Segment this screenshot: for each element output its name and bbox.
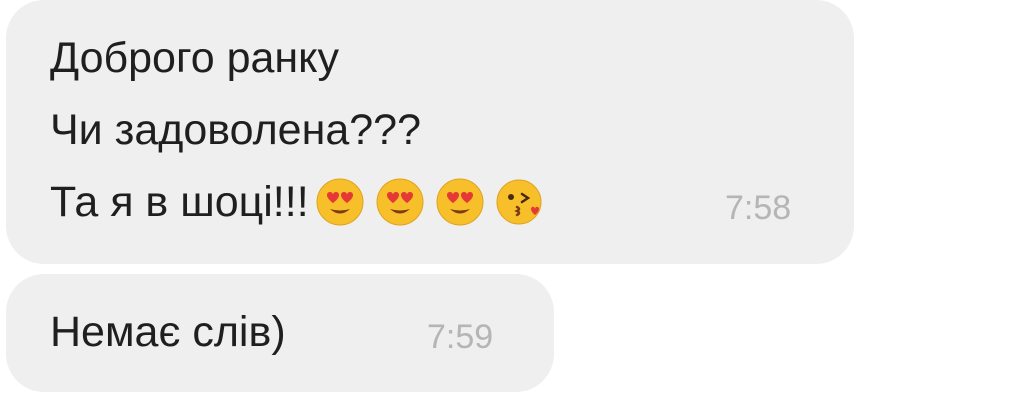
message-text-line: Чи задоволена???	[50, 106, 422, 154]
emoji-group	[315, 177, 545, 227]
message-text: Та я в шоці!!!	[50, 178, 309, 226]
kissing-heart-emoji-icon	[496, 179, 542, 225]
heart-eyes-emoji-icon	[436, 178, 484, 226]
heart-eyes-emoji-icon	[376, 178, 424, 226]
message-text-line: Доброго ранку	[50, 34, 339, 82]
message-timestamp: 7:58	[725, 189, 792, 227]
heart-eyes-emoji-icon	[316, 178, 364, 226]
message-text: Немає слів)	[50, 308, 286, 356]
message-text-line-with-emojis: Та я в шоці!!!	[50, 177, 545, 227]
chat-thread: Доброго ранку Чи задоволена??? Та я в шо…	[0, 0, 1014, 407]
message-timestamp: 7:59	[427, 318, 494, 356]
